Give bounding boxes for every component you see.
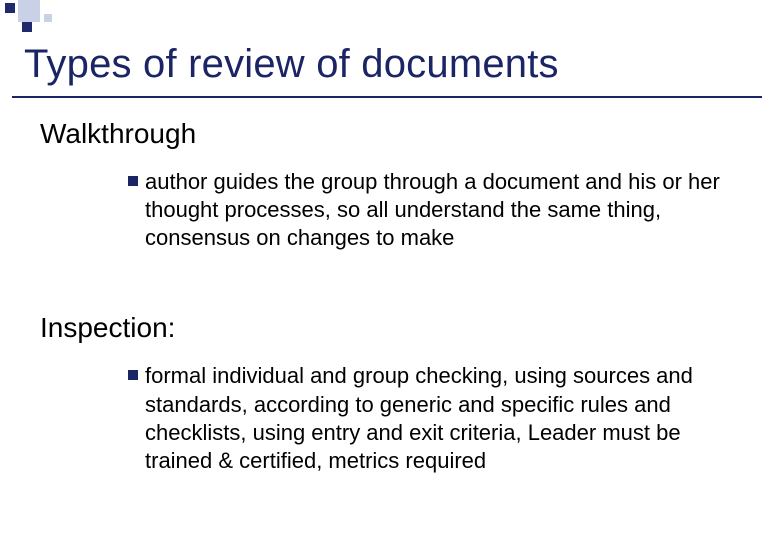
bullet-text: author guides the group through a docume… xyxy=(145,168,720,252)
section-walkthrough: Walkthrough author guides the group thro… xyxy=(40,118,740,252)
bullet-item: author guides the group through a docume… xyxy=(40,168,740,252)
section-heading: Walkthrough xyxy=(40,118,740,150)
page-title: Types of review of documents xyxy=(24,42,559,87)
section-heading: Inspection: xyxy=(40,312,740,344)
decor-square xyxy=(18,0,40,22)
title-underline xyxy=(12,96,762,98)
content-area: Walkthrough author guides the group thro… xyxy=(40,118,740,535)
bullet-icon xyxy=(128,370,138,380)
bullet-icon xyxy=(128,176,138,186)
bullet-item: formal individual and group checking, us… xyxy=(40,362,740,475)
decor-square xyxy=(5,3,15,13)
section-inspection: Inspection: formal individual and group … xyxy=(40,312,740,475)
bullet-text: formal individual and group checking, us… xyxy=(145,362,720,475)
decor-square xyxy=(44,14,52,22)
decor-square xyxy=(22,22,32,32)
